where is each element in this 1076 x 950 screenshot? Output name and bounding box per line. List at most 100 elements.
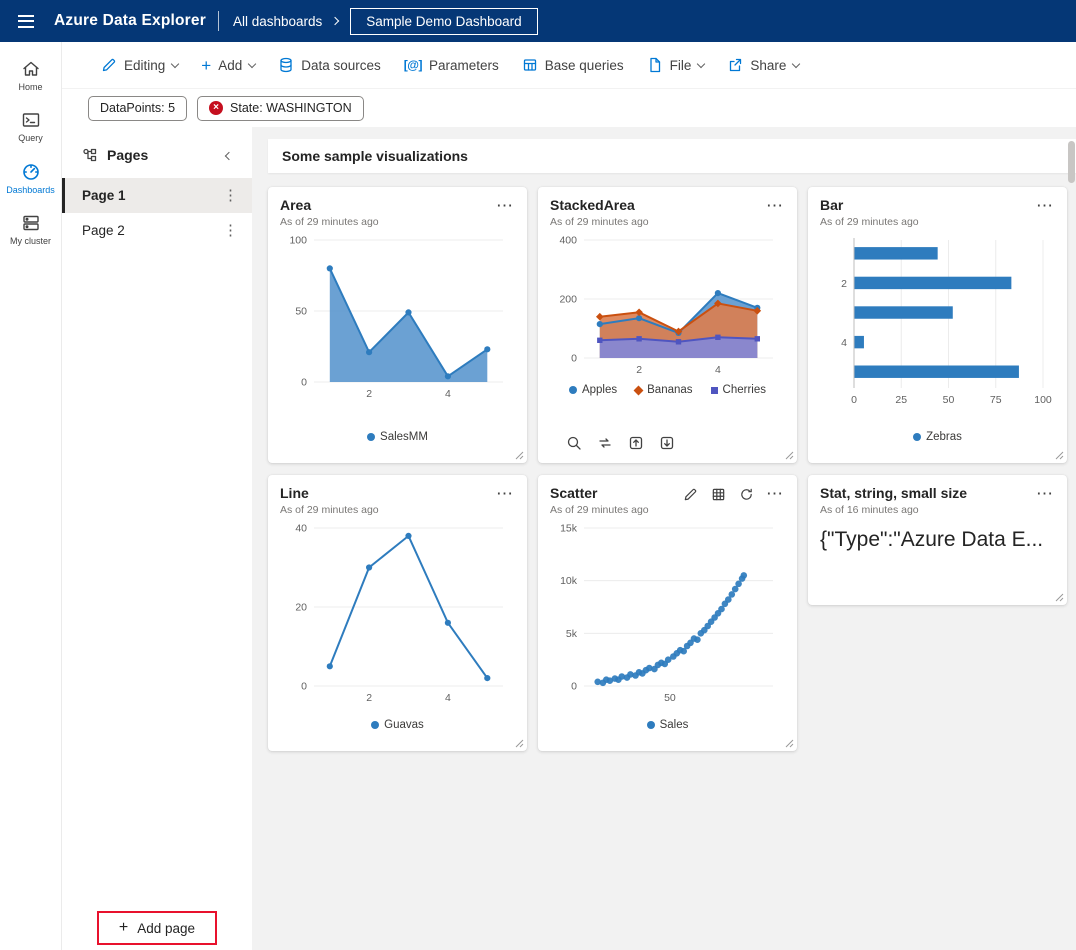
base-queries-label: Base queries [544,57,624,73]
legend-label: Guavas [384,719,424,731]
page-item-page2[interactable]: Page 2 ⋮ [62,213,252,248]
resize-handle-icon[interactable] [785,739,794,748]
rail-item-label: Query [18,133,43,144]
filter-pill-datapoints[interactable]: DataPoints: 5 [88,95,188,121]
drill-up-button[interactable] [628,435,644,451]
table-icon [523,59,536,71]
dashboard-name-button[interactable]: Sample Demo Dashboard [350,7,538,35]
rail-item-my-cluster[interactable]: My cluster [0,208,61,251]
section-title: Some sample visualizations [282,148,468,164]
legend-marker-icon [633,385,644,395]
breadcrumb-all-dashboards[interactable]: All dashboards [233,14,322,29]
tile-title: StackedArea [550,197,635,213]
rail-item-label: Home [18,82,43,92]
resize-handle-icon[interactable] [1055,451,1064,460]
page1-kebab-button[interactable]: ⋮ [219,186,242,205]
rail-item-query[interactable]: Query [0,105,61,148]
app-title: Azure Data Explorer [54,12,206,29]
resize-handle-icon[interactable] [515,739,524,748]
svg-text:10k: 10k [560,575,578,587]
tile-area[interactable]: Area As of 29 minutes ago ⋯ 0 50 100 2 4 Sal… [268,187,527,463]
svg-text:20: 20 [295,602,307,614]
tile-grid: Area As of 29 minutes ago ⋯ 0 50 100 2 4 Sal… [268,187,1068,751]
table-view-button[interactable] [711,487,726,505]
resize-handle-icon[interactable] [515,451,524,460]
edit-tile-button[interactable] [683,487,698,505]
rail-item-dashboards[interactable]: Dashboards [0,157,61,200]
top-bar: Azure Data Explorer All dashboards Sampl… [0,0,1076,42]
tile-more-button[interactable]: ⋯ [1034,197,1055,214]
tile-subtitle: As of 29 minutes ago [550,216,649,228]
legend-item[interactable]: Guavas [371,719,424,731]
tile-line[interactable]: Line As of 29 minutes ago ⋯ 0 20 40 2 4 Guav… [268,475,527,751]
file-button[interactable]: File [638,51,714,79]
svg-text:0: 0 [851,394,857,406]
pages-icon [83,148,97,161]
page2-kebab-button[interactable]: ⋮ [219,221,242,240]
rail-item-label: My cluster [9,236,51,247]
resize-handle-icon[interactable] [785,451,794,460]
title-divider [217,11,219,31]
pages-panel-title: Pages [107,146,149,163]
tile-more-button[interactable]: ⋯ [764,197,785,214]
base-queries-button[interactable]: Base queries [513,51,633,79]
scrollbar-thumb[interactable] [1068,141,1075,183]
zoom-search-button[interactable] [566,435,582,451]
stat-value: {"Type":"Azure Data E... [820,528,1044,551]
canvas-scrollbar[interactable] [1067,139,1076,950]
add-page-button[interactable]: + Add page [96,911,218,945]
hamburger-menu-button[interactable] [11,6,41,36]
svg-text:25: 25 [895,394,907,406]
tile-more-button[interactable]: ⋯ [1034,485,1055,502]
editing-button[interactable]: Editing [92,51,187,79]
refresh-tile-button[interactable] [739,487,754,505]
legend-item[interactable]: SalesMM [367,431,428,443]
tile-subtitle: As of 29 minutes ago [550,504,649,516]
share-label: Share [750,57,787,73]
svg-text:200: 200 [559,294,577,306]
legend-item[interactable]: Apples [568,384,617,396]
svg-text:5k: 5k [566,628,578,640]
cluster-icon [22,215,39,231]
tile-more-button[interactable]: ⋯ [494,485,515,502]
svg-text:75: 75 [990,394,1002,406]
resize-handle-icon[interactable] [1055,593,1064,602]
svg-text:4: 4 [715,364,721,376]
data-sources-label: Data sources [301,57,381,73]
pages-panel: Pages Page 1 ⋮ Page 2 ⋮ + Add page [62,127,252,950]
reset-zoom-button[interactable] [597,435,613,451]
svg-text:50: 50 [943,394,955,406]
drill-down-button[interactable] [659,435,675,451]
collapse-pages-button[interactable] [218,145,240,164]
tile-more-button[interactable]: ⋯ [494,197,515,214]
tile-bar[interactable]: Bar As of 29 minutes ago ⋯ 0 25 50 75 100 2 4 … [808,187,1067,463]
tile-scatter[interactable]: Scatter As of 29 minutes ago ⋯ 0 5k 10k 15k… [538,475,797,751]
add-button[interactable]: + Add [192,51,264,80]
home-icon [22,61,39,76]
legend-item[interactable]: Cherries [710,384,766,396]
legend-marker-icon [367,433,376,441]
section-header: Some sample visualizations [268,139,1076,173]
filter-pill-state[interactable]: × State: WASHINGTON [197,95,364,121]
selected-indicator [62,178,65,213]
dashboards-icon [22,163,39,180]
legend-item[interactable]: Zebras [913,431,962,443]
svg-text:0: 0 [571,353,577,365]
tile-title: Scatter [550,485,598,501]
legend-item[interactable]: Bananas [633,384,693,396]
data-sources-button[interactable]: Data sources [269,51,390,79]
legend-marker-icon [568,386,577,394]
grid-icon [712,488,725,501]
tile-stackedarea[interactable]: StackedArea As of 29 minutes ago ⋯ 0 200 4… [538,187,797,463]
page-item-page1[interactable]: Page 1 ⋮ [62,178,252,213]
parameters-button[interactable]: [@] Parameters [395,52,508,79]
tile-hover-toolbar [683,485,754,505]
tile-more-button[interactable]: ⋯ [764,485,785,502]
share-button[interactable]: Share [718,51,808,79]
legend-item[interactable]: Sales [646,719,688,731]
cycle-arrows-icon [599,438,611,448]
line-chart: 0 20 40 2 4 [295,523,503,704]
rail-item-home[interactable]: Home [0,54,61,97]
error-circle-icon: × [209,101,224,115]
tile-stat[interactable]: Stat, string, small size As of 16 minute… [808,475,1067,605]
